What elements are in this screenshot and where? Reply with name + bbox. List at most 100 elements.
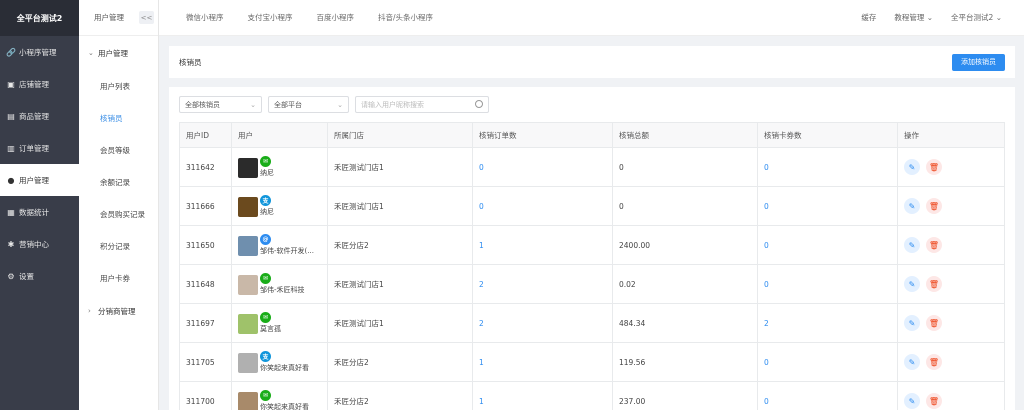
avatar [238, 275, 258, 295]
submenu-item[interactable]: 用户卡券 [79, 262, 158, 294]
edit-icon[interactable]: ✎ [904, 276, 920, 292]
main-area: 微信小程序 支付宝小程序 百度小程序 抖音/头条小程序 缓存 教程管理 ⌄ 全平台测试… [159, 0, 1024, 410]
coupon-count-link[interactable]: 0 [757, 381, 898, 410]
order-count-link[interactable]: 1 [472, 342, 613, 382]
column-header: 用户 [231, 122, 328, 148]
column-header: 核销总额 [612, 122, 758, 148]
sidebar-item-shop[interactable]: ▣ 店铺管理 [0, 68, 79, 100]
edit-icon[interactable]: ✎ [904, 315, 920, 331]
search-box [355, 96, 489, 113]
coupon-count-link[interactable]: 0 [757, 225, 898, 265]
edit-icon[interactable]: ✎ [904, 198, 920, 214]
submenu-item[interactable]: 余额记录 [79, 166, 158, 198]
sidebar-item-link[interactable]: 🔗 小程序管理 [0, 36, 79, 68]
content: 核销员 添加核销员 全部核销员 ⌄ 全部平台 ⌄ 请输入用户昵称搜索 用户ID … [159, 36, 1024, 410]
top-bar: 微信小程序 支付宝小程序 百度小程序 抖音/头条小程序 缓存 教程管理 ⌄ 全平台测试… [159, 0, 1024, 36]
user-nickname: 纳尼 [260, 169, 274, 177]
column-header: 操作 [897, 122, 1005, 148]
user-cell: ✉ 莫言孤 [231, 303, 328, 343]
order-count-link[interactable]: 2 [472, 264, 613, 304]
sidebar-item-goods[interactable]: ▤ 商品管理 [0, 100, 79, 132]
baidu-icon: @ [260, 234, 271, 245]
filter-bar: 全部核销员 ⌄ 全部平台 ⌄ [179, 96, 1005, 113]
order-count-link[interactable]: 1 [472, 381, 613, 410]
user-nickname: 莫言孤 [260, 325, 281, 333]
user-nickname: 你笑起来真好看 [260, 364, 309, 372]
tab-platform[interactable]: 支付宝小程序 [248, 12, 293, 23]
tab-platform[interactable]: 抖音/头条小程序 [378, 12, 433, 23]
order-count-link[interactable]: 0 [472, 147, 613, 187]
sidebar-item-settings[interactable]: ⚙ 设置 [0, 260, 79, 292]
total-amount: 0 [612, 147, 758, 187]
sidebar-item-order[interactable]: ▥ 订单管理 [0, 132, 79, 164]
submenu-item[interactable]: 积分记录 [79, 230, 158, 262]
order-count-link[interactable]: 2 [472, 303, 613, 343]
search-input[interactable] [361, 100, 471, 109]
table-row: 311697 ✉ 莫言孤 禾匠测试门店1 2 484.34 2 ✎ 🗑 [179, 303, 1005, 343]
search-icon[interactable] [475, 100, 483, 108]
cache-link[interactable]: 缓存 [861, 12, 876, 23]
column-header: 核销订单数 [472, 122, 613, 148]
sidebar-item-user[interactable]: ● 用户管理 [0, 164, 79, 196]
user-nickname: 纳尼 [260, 208, 274, 216]
submenu-group-label: 用户管理 [98, 48, 128, 58]
tab-platform[interactable]: 微信小程序 [186, 12, 224, 23]
sidebar-item-label: 设置 [19, 271, 34, 281]
row-actions: ✎ 🗑 [897, 225, 1005, 265]
sidebar-item-chart[interactable]: ▦ 数据统计 [0, 196, 79, 228]
shop-icon: ▣ [7, 79, 15, 89]
platform-select[interactable]: 全部平台 ⌄ [268, 96, 349, 113]
wechat-icon: ✉ [260, 312, 271, 323]
edit-icon[interactable]: ✎ [904, 354, 920, 370]
table-row: 311642 ✉ 纳尼 禾匠测试门店1 0 0 0 ✎ 🗑 [179, 147, 1005, 187]
submenu: 用户管理 << ⌄ 用户管理 用户列表 核销员 会员等级 余额记录 会员购买记录 积分记录… [79, 0, 159, 410]
order-count-link[interactable]: 0 [472, 186, 613, 226]
delete-icon[interactable]: 🗑 [926, 315, 942, 331]
order-count-link[interactable]: 1 [472, 225, 613, 265]
collapse-button[interactable]: << [139, 11, 154, 24]
delete-icon[interactable]: 🗑 [926, 276, 942, 292]
tutorial-menu[interactable]: 教程管理 ⌄ [894, 12, 933, 23]
user-cell: ✉ 你笑起来真好看 [231, 381, 328, 410]
column-header: 用户ID [179, 122, 232, 148]
row-actions: ✎ 🗑 [897, 147, 1005, 187]
delete-icon[interactable]: 🗑 [926, 393, 942, 409]
page-title: 核销员 [179, 57, 202, 67]
total-amount: 0 [612, 186, 758, 226]
submenu-group-distributor[interactable]: › 分销商管理 [79, 294, 158, 328]
card-header: 核销员 添加核销员 [169, 46, 1015, 78]
coupon-count-link[interactable]: 0 [757, 186, 898, 226]
coupon-count-link[interactable]: 0 [757, 147, 898, 187]
column-header: 核销卡券数 [757, 122, 898, 148]
user-cell: ✉ 纳尼 [231, 147, 328, 187]
user-id: 311650 [179, 225, 232, 265]
submenu-item[interactable]: 会员等级 [79, 134, 158, 166]
shop-title[interactable]: 全平台测试2 [0, 0, 79, 36]
link-icon: 🔗 [6, 47, 16, 57]
row-actions: ✎ 🗑 [897, 342, 1005, 382]
edit-icon[interactable]: ✎ [904, 159, 920, 175]
verifier-select[interactable]: 全部核销员 ⌄ [179, 96, 262, 113]
submenu-group-user[interactable]: ⌄ 用户管理 [79, 36, 158, 70]
settings-icon: ⚙ [7, 271, 15, 281]
delete-icon[interactable]: 🗑 [926, 198, 942, 214]
coupon-count-link[interactable]: 2 [757, 303, 898, 343]
coupon-count-link[interactable]: 0 [757, 264, 898, 304]
account-menu[interactable]: 全平台测试2 ⌄ [951, 12, 1002, 23]
user-cell: @ 邹伟-软件开发(... [231, 225, 328, 265]
sidebar-item-marketing[interactable]: ✱ 营销中心 [0, 228, 79, 260]
submenu-item[interactable]: 会员购买记录 [79, 198, 158, 230]
table-row: 311705 支 你笑起来真好看 禾匠分店2 1 119.56 0 ✎ 🗑 [179, 342, 1005, 382]
submenu-item[interactable]: 核销员 [79, 102, 158, 134]
delete-icon[interactable]: 🗑 [926, 159, 942, 175]
submenu-item[interactable]: 用户列表 [79, 70, 158, 102]
edit-icon[interactable]: ✎ [904, 393, 920, 409]
edit-icon[interactable]: ✎ [904, 237, 920, 253]
delete-icon[interactable]: 🗑 [926, 237, 942, 253]
delete-icon[interactable]: 🗑 [926, 354, 942, 370]
order-icon: ▥ [7, 143, 15, 153]
coupon-count-link[interactable]: 0 [757, 342, 898, 382]
store-name: 禾匠测试门店1 [327, 186, 473, 226]
tab-platform[interactable]: 百度小程序 [317, 12, 355, 23]
add-verifier-button[interactable]: 添加核销员 [952, 53, 1005, 71]
